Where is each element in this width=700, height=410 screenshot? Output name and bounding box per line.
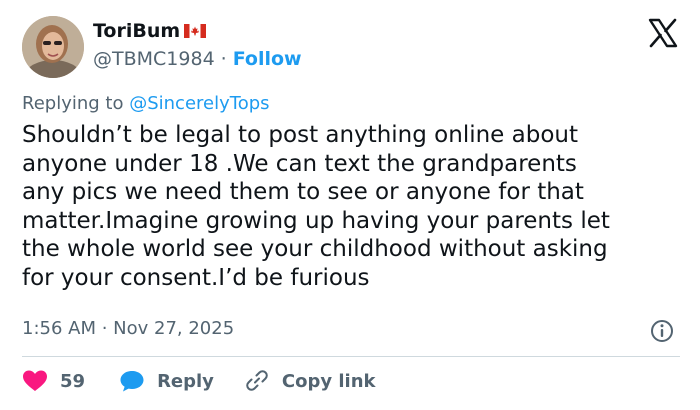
like-count: 59 [60, 370, 86, 392]
link-icon [246, 370, 268, 391]
reply-button[interactable]: Reply [119, 369, 214, 393]
action-bar: 59 Reply Copy link [22, 369, 376, 393]
tweet-text-line: Shouldn’t be legal to post anything onli… [22, 122, 578, 148]
tweet-text-line: the whole world see your childhood witho… [22, 236, 608, 262]
author-name-row: ToriBum [93, 20, 207, 42]
tweet-card: ToriBum @TBMC1984 · Follow Replying to @… [0, 0, 700, 410]
author-handle[interactable]: @TBMC1984 [93, 48, 215, 70]
canada-flag-icon [184, 24, 207, 38]
author-handle-row: @TBMC1984 · Follow [93, 48, 302, 70]
reply-label: Reply [157, 370, 214, 392]
info-icon[interactable] [650, 319, 674, 343]
like-button[interactable]: 59 [22, 369, 85, 393]
avatar-photo [22, 16, 84, 78]
avatar[interactable] [22, 16, 84, 78]
tweet-text-line: anyone under 18 .We can text the grandpa… [22, 150, 577, 177]
tweet-text-line: any pics we need them to see or anyone f… [22, 179, 584, 205]
author-display-name[interactable]: ToriBum [93, 20, 180, 42]
tweet-text-line: matter.Imagine growing up having your pa… [22, 207, 610, 234]
follow-button[interactable]: Follow [233, 48, 302, 70]
copy-link-button[interactable]: Copy link [244, 369, 376, 393]
replying-to: Replying to @SincerelyTops [22, 93, 270, 114]
x-logo-icon[interactable] [648, 18, 678, 48]
tweet-text: Shouldn’t be legal to post anything onli… [22, 121, 682, 292]
tweet-timestamp[interactable]: 1:56 AM · Nov 27, 2025 [22, 318, 234, 339]
reply-bubble-icon [120, 371, 144, 392]
replying-to-prefix: Replying to [22, 93, 124, 114]
copy-link-label: Copy link [281, 370, 376, 392]
separator-dot: · [220, 48, 227, 70]
replying-to-mention[interactable]: @SincerelyTops [129, 93, 269, 114]
heart-icon [23, 370, 47, 391]
tweet-text-line: for your consent.I’d be furious [22, 264, 370, 291]
divider [22, 356, 680, 357]
